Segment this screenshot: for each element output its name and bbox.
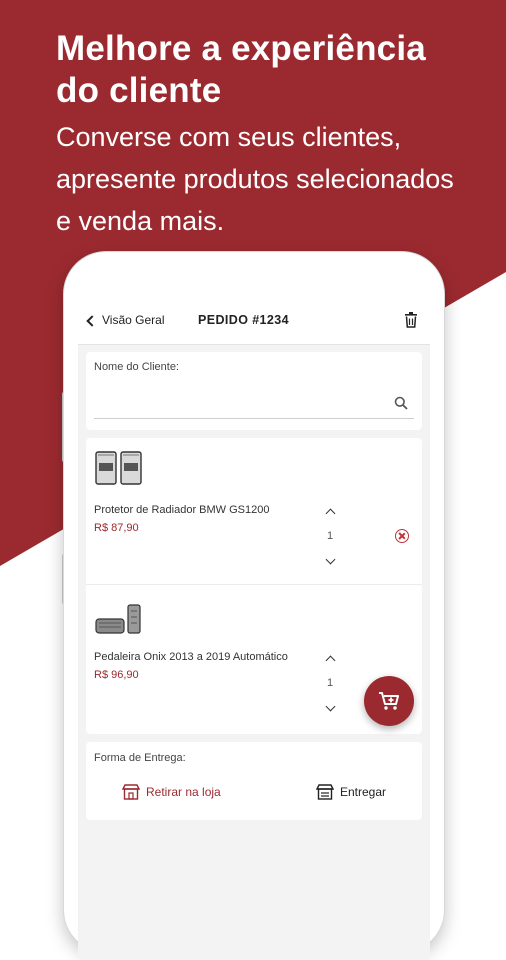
hero-subtitle-line3: e venda mais. [56,206,225,236]
product-name: Pedaleira Onix 2013 a 2019 Automático [94,651,288,663]
back-button[interactable]: Visão Geral [86,313,165,327]
hero-subtitle-line1: Converse com seus clientes, [56,122,402,152]
product-price: R$ 96,90 [94,669,139,681]
decrease-quantity-icon[interactable] [325,554,336,565]
client-card: Nome do Cliente: [86,352,422,430]
hero-subtitle-line2: apresente produtos selecionados [56,164,454,194]
pickup-label: Retirar na loja [146,785,221,799]
increase-quantity-icon[interactable] [325,508,336,519]
client-name-input[interactable] [94,392,392,414]
delivery-icon [316,784,334,800]
store-icon [122,784,140,800]
client-input-underline [94,418,414,419]
hero-title-line1: Melhore a experiência [56,29,426,68]
product-price: R$ 87,90 [94,522,139,534]
client-label: Nome do Cliente: [94,361,179,373]
quantity-value: 1 [326,677,334,689]
product-image-pedal-set [95,604,141,634]
deliver-label: Entregar [340,785,387,799]
trash-icon[interactable] [404,312,418,328]
add-to-cart-button[interactable] [364,676,414,726]
hero-title: Melhore a experiência do cliente [56,28,496,112]
delivery-label: Forma de Entrega: [94,752,186,764]
increase-quantity-icon[interactable] [325,655,336,666]
decrease-quantity-icon[interactable] [325,701,336,712]
page-title: PEDIDO #1234 [198,313,289,327]
hero-title-line2: do cliente [56,71,222,110]
back-label: Visão Geral [102,313,165,327]
deliver-option[interactable]: Entregar [316,784,386,800]
product-image-radiator-guard [95,451,142,485]
chevron-left-icon [86,314,98,327]
quantity-value: 1 [326,530,334,542]
search-icon[interactable] [394,396,408,410]
product-name: Protetor de Radiador BMW GS1200 [94,504,270,516]
pickup-in-store-option[interactable]: Retirar na loja [122,784,221,800]
hero-subtitle: Converse com seus clientes, apresente pr… [56,116,496,242]
phone-frame: Visão Geral PEDIDO #1234 Nome do Cliente… [64,252,444,960]
hero: Melhore a experiência do cliente Convers… [56,28,496,242]
app-bar: Visão Geral PEDIDO #1234 [78,300,430,345]
delivery-card: Forma de Entrega: Retirar na loja Entreg… [86,742,422,820]
app-screen: Visão Geral PEDIDO #1234 Nome do Cliente… [78,300,430,960]
list-item: Protetor de Radiador BMW GS1200 R$ 87,90… [86,438,422,584]
add-to-cart-icon [379,692,399,710]
remove-item-icon[interactable] [395,529,409,543]
